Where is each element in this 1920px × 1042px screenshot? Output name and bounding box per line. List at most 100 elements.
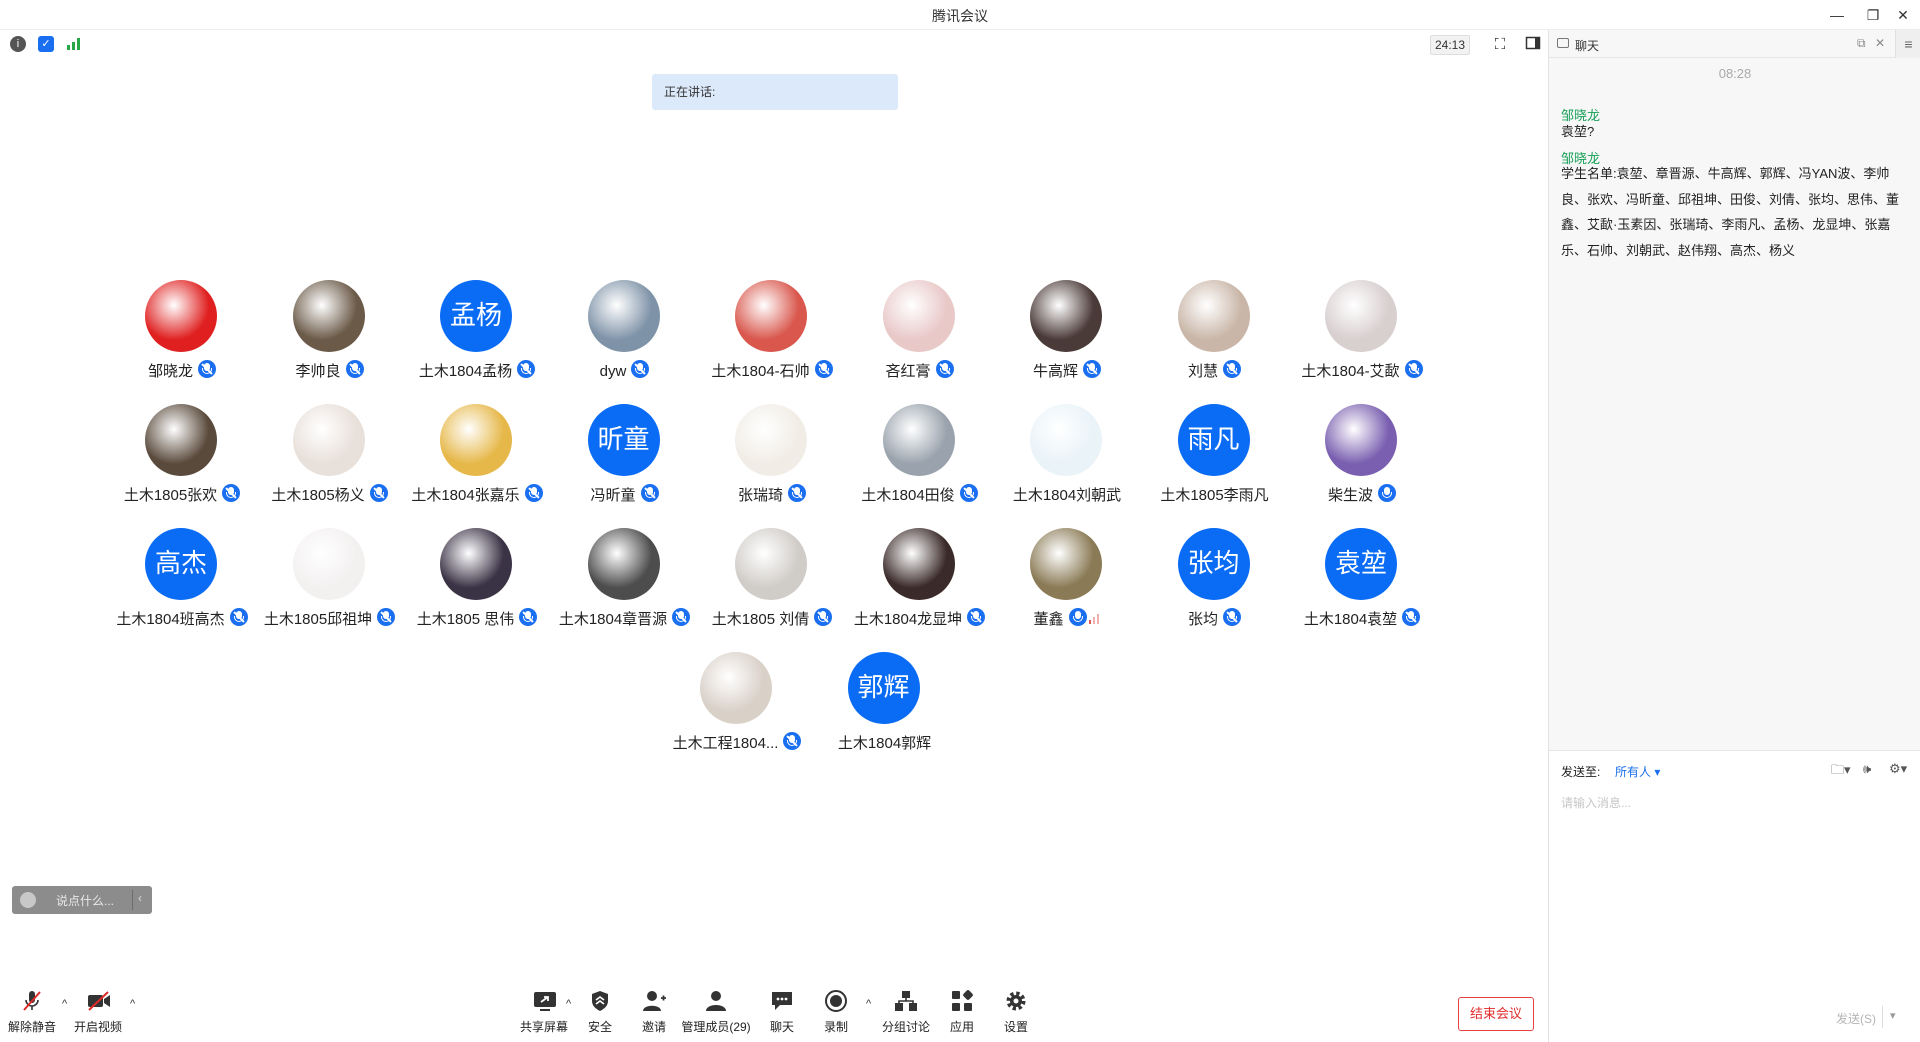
settings-button[interactable]: 设置 — [986, 980, 1046, 1042]
participant-tile[interactable]: 土木工程1804... — [663, 652, 811, 776]
participant-tile[interactable]: 雨凡 土木1805李雨凡 — [1141, 404, 1289, 528]
chat-close-icon[interactable]: ✕ — [1875, 36, 1885, 50]
avatar — [735, 528, 807, 600]
quick-chat-box[interactable]: 说点什么... ‹ — [12, 886, 152, 914]
participant-tile[interactable]: 张瑞琦 — [698, 404, 846, 528]
invite-button[interactable]: 邀请 — [624, 980, 684, 1042]
video-options-caret-icon[interactable]: ^ — [130, 998, 140, 1010]
participant-name: 土木1805 刘倩 — [711, 611, 810, 628]
participant-name-line: 土木1804-艾歃 — [1268, 360, 1456, 381]
participant-name-line: 土木1804郭辉 — [791, 732, 979, 753]
participant-tile[interactable]: 张均 张均 — [1141, 528, 1289, 652]
chat-input-area[interactable]: 请输入消息... — [1549, 790, 1920, 1042]
participant-name: 张均 — [1187, 611, 1218, 628]
avatar: 张均 — [1177, 528, 1250, 600]
avatar — [882, 280, 955, 352]
avatar — [145, 280, 217, 352]
avatar — [440, 404, 512, 476]
participant-name: 土木1805邱祖坤 — [263, 611, 373, 628]
settings-label: 设置 — [1003, 1020, 1028, 1034]
record-options-caret-icon[interactable]: ^ — [866, 998, 876, 1010]
avatar — [145, 404, 217, 476]
participant-name: 土木1804郭辉 — [837, 735, 932, 752]
avatar — [292, 280, 365, 352]
participant-tile[interactable]: 土木1805 刘倩 — [698, 528, 846, 652]
file-icon[interactable]: 🗀▾ — [1831, 761, 1851, 783]
emoji-icon[interactable] — [20, 892, 36, 908]
collapse-arrow-icon[interactable]: ‹ — [138, 891, 142, 905]
start-video-label: 开启视频 — [73, 1020, 122, 1034]
participant-name-line: 柴生波 — [1268, 484, 1456, 505]
participant-tile[interactable]: 袁堃 土木1804袁堃 — [1288, 528, 1436, 652]
camera-off-icon — [86, 990, 110, 1012]
mic-muted-icon — [631, 360, 650, 378]
participant-tile[interactable]: 刘慧 — [1141, 280, 1289, 404]
mic-muted-icon — [20, 990, 44, 1012]
participant-tile[interactable]: 柴生波 — [1288, 404, 1436, 528]
participant-tile[interactable]: 土木1804章晋源 — [551, 528, 699, 652]
participant-name: 吝红膏 — [885, 363, 931, 380]
send-options-caret-icon[interactable]: ▾ — [1890, 1009, 1896, 1022]
restore-button[interactable]: ❐ — [1858, 4, 1888, 26]
participant-tile[interactable]: 土木1805 思伟 — [403, 528, 551, 652]
start-video-button[interactable]: 开启视频 — [68, 980, 128, 1042]
send-divider — [1882, 1006, 1883, 1028]
chat-input[interactable]: 请输入消息... — [1561, 794, 1631, 811]
participant-tile[interactable]: 土木1804-石帅 — [698, 280, 846, 404]
participant-tile[interactable]: 董鑫 — [993, 528, 1141, 652]
participant-tile[interactable]: 昕童 冯昕童 — [551, 404, 699, 528]
participant-tile[interactable]: 土木1805杨义 — [256, 404, 404, 528]
avatar — [700, 652, 772, 724]
send-button[interactable]: 发送(S) — [1836, 1010, 1876, 1027]
participant-tile[interactable]: 土木1804张嘉乐 — [403, 404, 551, 528]
participant-tile[interactable]: 吝红膏 — [846, 280, 994, 404]
quick-chat-input[interactable]: 说点什么... — [56, 892, 114, 909]
shield-icon[interactable]: ✓ — [38, 36, 54, 52]
participant-tile[interactable]: 土木1804-艾歃 — [1288, 280, 1436, 404]
participant-name: 土木工程1804... — [672, 735, 779, 752]
participant-tile[interactable]: 李帅良 — [256, 280, 404, 404]
avatar — [1030, 404, 1102, 476]
popout-icon[interactable]: ⧉ — [1857, 36, 1866, 51]
record-label: 录制 — [823, 1020, 848, 1034]
minimize-button[interactable]: — — [1822, 4, 1852, 26]
participant-tile[interactable]: 土木1804刘朝武 — [993, 404, 1141, 528]
mic-muted-icon — [1404, 360, 1423, 378]
participant-tile[interactable]: 土木1805邱祖坤 — [256, 528, 404, 652]
info-icon[interactable]: i — [10, 36, 26, 52]
unmute-button[interactable]: 解除静音 — [2, 980, 62, 1042]
participant-tile[interactable]: 土木1804田俊 — [846, 404, 994, 528]
avatar: 雨凡 — [1177, 404, 1250, 476]
participant-name: 董鑫 — [1033, 611, 1064, 628]
end-meeting-button[interactable]: 结束会议 — [1458, 997, 1534, 1031]
send-to-select[interactable]: 所有人 ▾ — [1615, 763, 1660, 780]
divider — [132, 890, 133, 910]
participant-tile[interactable]: 土木1804龙显坤 — [846, 528, 994, 652]
close-button[interactable]: ✕ — [1888, 4, 1918, 26]
participant-tile[interactable]: 郭辉 土木1804郭辉 — [811, 652, 959, 776]
participant-settings-icon[interactable]: ⚙▾ — [1889, 761, 1907, 777]
participant-tile[interactable]: 邹晓龙 — [108, 280, 256, 404]
meeting-window: 腾讯会议 — ❐ ✕ i ✓ 24:13 ⛶ 正在讲话: 邹晓龙 李帅良 孟杨 土木1… — [0, 0, 1920, 1042]
participant-tile[interactable]: dyw — [551, 280, 699, 404]
avatar — [735, 404, 807, 476]
avatar — [440, 528, 512, 600]
share-screen-icon — [532, 990, 556, 1012]
signal-icon[interactable] — [66, 36, 82, 52]
record-button[interactable]: 录制 — [806, 980, 866, 1042]
speaker-icon[interactable]: 🕪 — [1863, 761, 1871, 777]
participant-tile[interactable]: 牛高辉 — [993, 280, 1141, 404]
participant-name: 冯昕童 — [590, 487, 636, 504]
participant-name: 柴生波 — [1327, 487, 1373, 504]
fullscreen-icon[interactable]: ⛶ — [1490, 35, 1510, 55]
participant-tile[interactable]: 土木1805张欢 — [108, 404, 256, 528]
participant-tile[interactable]: 高杰 土木1804班高杰 — [108, 528, 256, 652]
avatar — [1325, 404, 1397, 476]
layout-toggle-icon[interactable] — [1523, 35, 1543, 55]
chat-menu-icon[interactable]: ≡ — [1895, 30, 1920, 58]
manage-members-button[interactable]: 管理成员(29) — [681, 980, 751, 1042]
send-to-bar: 发送至: 所有人 ▾ 🗀▾ 🕪 ⚙▾ — [1549, 750, 1920, 790]
participant-tile[interactable]: 孟杨 土木1804孟杨 — [403, 280, 551, 404]
participant-name-line: 土木1804袁堃 — [1268, 608, 1456, 629]
participant-name: 邹晓龙 — [147, 363, 193, 380]
